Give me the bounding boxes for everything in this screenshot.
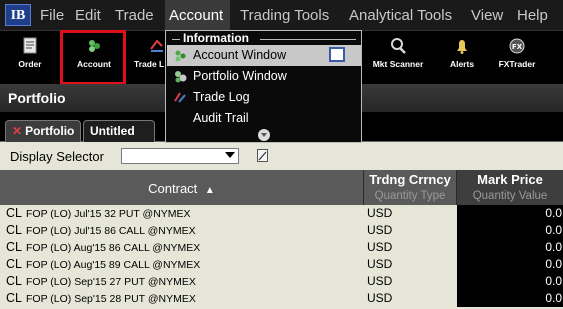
column-header-currency[interactable]: Trdng Crrncy Quantity Type: [364, 170, 456, 205]
table-row[interactable]: CL FOP (LO) Sep'15 27 PUT @NYMEX USD 0.0: [0, 273, 563, 290]
contract-cell: CL FOP (LO) Sep'15 28 PUT @NYMEX: [6, 291, 196, 305]
display-selector-label: Display Selector: [10, 149, 104, 164]
fxtrader-label: FXTrader: [498, 59, 536, 69]
mark-price-cell: 0.0: [457, 273, 563, 290]
menu-item-portfolio-window[interactable]: Portfolio Window: [167, 66, 361, 87]
menu-item-label: Account Window: [193, 48, 287, 62]
menu-item-trade-log[interactable]: Trade Log: [167, 87, 361, 108]
tab-untitled-label: Untitled: [90, 124, 135, 138]
information-section-header: Information: [172, 31, 356, 46]
edit-filter-icon[interactable]: [257, 149, 268, 162]
menu-bar: IB File Edit Trade Account Trading Tools…: [0, 0, 563, 31]
sort-asc-icon: ▲: [204, 185, 215, 196]
menu-analytical-tools[interactable]: Analytical Tools: [349, 0, 452, 31]
chevron-down-icon: [261, 133, 267, 137]
mark-price-cell: 0.0: [457, 222, 563, 239]
currency-cell: USD: [367, 274, 393, 288]
trade-log-button[interactable]: Trade L: [134, 31, 165, 84]
fx-icon: FX: [509, 38, 525, 54]
display-selector-area: Display Selector: [0, 142, 563, 170]
menu-item-label: Audit Trail: [193, 111, 249, 125]
account-icon: [175, 50, 186, 62]
contract-cell: CL FOP (LO) Sep'15 27 PUT @NYMEX: [6, 274, 196, 288]
alerts-button[interactable]: Alerts: [443, 31, 481, 84]
header-divider: [172, 39, 180, 40]
currency-cell: USD: [367, 291, 393, 305]
menu-item-label: Trade Log: [193, 90, 250, 104]
menu-item-audit-trail[interactable]: Audit Trail: [167, 108, 361, 129]
contract-cell: CL FOP (LO) Aug'15 86 CALL @NYMEX: [6, 240, 201, 254]
close-icon[interactable]: ✕: [12, 124, 22, 138]
order-icon: [23, 37, 37, 54]
currency-cell: USD: [367, 257, 393, 271]
column-currency-sub: Quantity Type: [374, 190, 446, 202]
menu-trade[interactable]: Trade: [115, 0, 154, 31]
bell-icon: [457, 40, 467, 54]
mark-price-cell: 0.0: [457, 205, 563, 222]
table-row[interactable]: CL FOP (LO) Aug'15 89 CALL @NYMEX USD 0.0: [0, 256, 563, 273]
mkt-scanner-button[interactable]: Mkt Scanner: [366, 31, 430, 84]
portfolio-table: CL FOP (LO) Jul'15 32 PUT @NYMEX USD 0.0 …: [0, 205, 563, 309]
menu-item-account-window[interactable]: Account Window: [167, 45, 361, 66]
currency-cell: USD: [367, 223, 393, 237]
mark-price-cell: 0.0: [457, 290, 563, 307]
contract-cell: CL FOP (LO) Aug'15 89 CALL @NYMEX: [6, 257, 201, 271]
column-mark-title: Mark Price: [477, 172, 543, 187]
table-row[interactable]: CL FOP (LO) Sep'15 28 PUT @NYMEX USD 0.0: [0, 290, 563, 307]
svg-text:FX: FX: [512, 43, 523, 51]
menu-account[interactable]: Account: [165, 0, 230, 31]
column-mark-sub: Quantity Value: [472, 190, 548, 202]
menu-trading-tools[interactable]: Trading Tools: [240, 0, 329, 31]
contract-cell: CL FOP (LO) Jul'15 32 PUT @NYMEX: [6, 206, 191, 220]
column-currency-title: Trdng Crrncy: [369, 172, 451, 187]
currency-cell: USD: [367, 240, 393, 254]
chevron-down-icon: [225, 152, 235, 158]
information-header-label: Information: [181, 31, 251, 45]
mkt-scanner-label: Mkt Scanner: [372, 59, 424, 69]
contract-cell: CL FOP (LO) Jul'15 86 CALL @NYMEX: [6, 223, 196, 237]
ib-logo: IB: [5, 4, 31, 26]
menu-view[interactable]: View: [471, 0, 503, 31]
mark-price-cell: 0.0: [457, 256, 563, 273]
table-row[interactable]: CL FOP (LO) Jul'15 32 PUT @NYMEX USD 0.0: [0, 205, 563, 222]
order-label: Order: [18, 59, 42, 69]
menu-item-label: Portfolio Window: [193, 69, 287, 83]
menu-edit[interactable]: Edit: [75, 0, 101, 31]
magnifier-icon: [391, 38, 406, 54]
column-header-contract[interactable]: Contract ▲: [0, 170, 363, 205]
table-row[interactable]: CL FOP (LO) Aug'15 86 CALL @NYMEX USD 0.0: [0, 239, 563, 256]
tab-untitled[interactable]: Untitled: [83, 120, 155, 142]
menu-help[interactable]: Help: [517, 0, 548, 31]
alerts-label: Alerts: [449, 59, 475, 69]
menu-file[interactable]: File: [40, 0, 64, 31]
display-selector-dropdown[interactable]: [121, 148, 239, 164]
column-header-mark-price[interactable]: Mark Price Quantity Value: [457, 170, 563, 205]
window-icon: [329, 47, 345, 62]
account-dropdown-menu: Information Account Window Portfolio Win…: [165, 30, 362, 143]
mark-price-cell: 0.0: [457, 239, 563, 256]
expand-more-button[interactable]: [258, 129, 270, 141]
header-divider: [260, 39, 356, 40]
order-button[interactable]: Order: [10, 31, 50, 84]
portfolio-icon: [175, 71, 187, 83]
fxtrader-button[interactable]: FX FXTrader: [493, 31, 541, 84]
currency-cell: USD: [367, 206, 393, 220]
trade-log-icon: [174, 92, 186, 103]
trade-log-icon: [150, 39, 163, 52]
tab-portfolio[interactable]: ✕ Portfolio: [5, 120, 82, 142]
account-highlight: [60, 30, 126, 85]
tab-portfolio-label: Portfolio: [25, 124, 75, 138]
column-contract-label: Contract: [148, 181, 198, 196]
table-row[interactable]: CL FOP (LO) Jul'15 86 CALL @NYMEX USD 0.0: [0, 222, 563, 239]
trade-log-label: Trade L: [134, 59, 165, 69]
